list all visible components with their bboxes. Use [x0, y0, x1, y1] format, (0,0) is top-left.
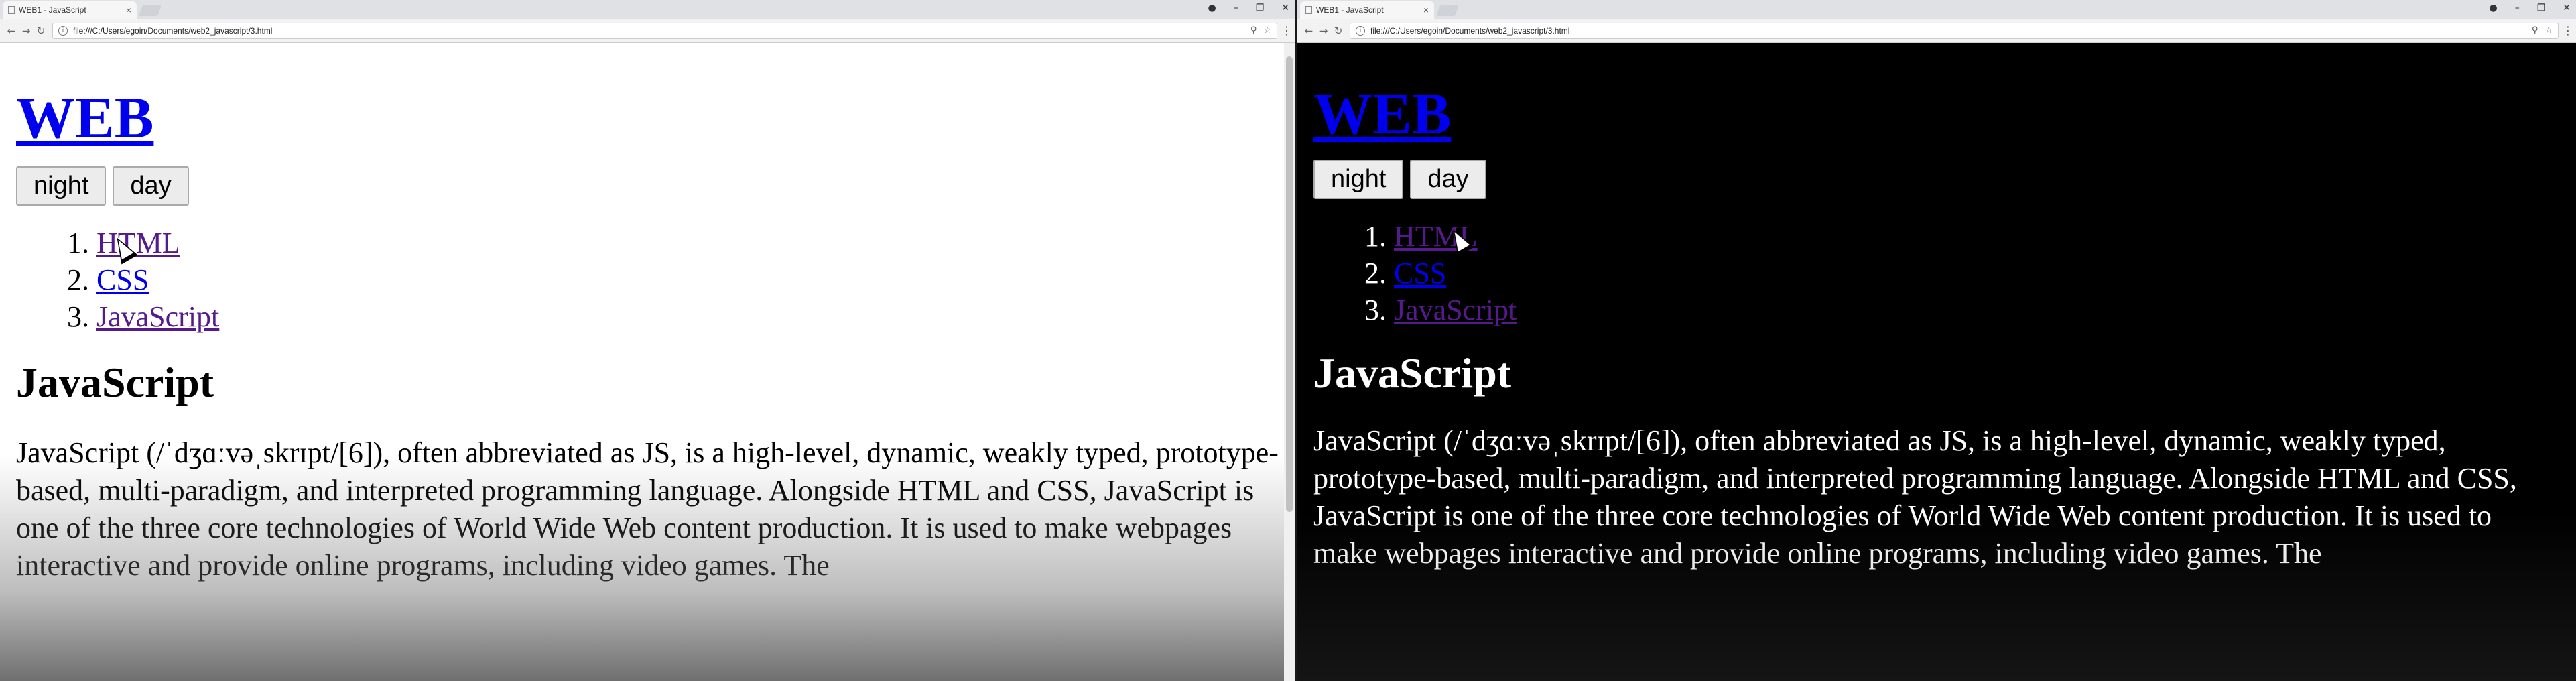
account-icon[interactable]: ●: [2489, 3, 2497, 13]
browser-tab[interactable]: WEB1 - JavaScript ×: [1300, 1, 1434, 19]
reload-icon[interactable]: ↻: [34, 25, 48, 37]
list-item: CSS: [1394, 255, 2560, 292]
night-button[interactable]: night: [16, 166, 107, 206]
link-css[interactable]: CSS: [96, 263, 149, 296]
theme-buttons: night day: [16, 166, 1279, 206]
zoom-icon[interactable]: ⚲: [1250, 25, 1257, 36]
file-icon: [8, 6, 15, 14]
restore-icon[interactable]: ❐: [1256, 3, 1265, 13]
info-icon[interactable]: i: [1356, 25, 1365, 36]
day-button[interactable]: day: [1410, 159, 1486, 199]
browser-window-left: WEB1 - JavaScript × ● – ❐ ✕ ← → ↻ i file…: [0, 0, 1295, 681]
new-tab-button[interactable]: [139, 5, 162, 16]
tab-close-icon[interactable]: ×: [1423, 5, 1429, 15]
page-content: WEB night day HTML CSS JavaScript JavaSc…: [1297, 43, 2576, 572]
topic-list: HTML CSS JavaScript: [16, 225, 1279, 335]
scrollbar-thumb[interactable]: [1286, 56, 1293, 512]
back-icon[interactable]: ←: [1301, 25, 1316, 37]
file-icon: [1305, 6, 1312, 14]
forward-icon[interactable]: →: [1316, 25, 1331, 37]
scrollbar[interactable]: [1284, 43, 1295, 681]
tab-close-icon[interactable]: ×: [126, 5, 131, 15]
minimize-icon[interactable]: –: [2515, 3, 2520, 13]
restore-icon[interactable]: ❐: [2537, 3, 2546, 13]
window-controls: ● – ❐ ✕: [2489, 3, 2571, 13]
back-icon[interactable]: ←: [4, 25, 19, 37]
bookmark-star-icon[interactable]: ☆: [2545, 25, 2553, 36]
site-title: WEB: [16, 43, 1279, 154]
list-item: HTML: [1394, 218, 2560, 255]
topic-list: HTML CSS JavaScript: [1313, 218, 2560, 328]
account-icon[interactable]: ●: [1208, 3, 1216, 13]
day-button[interactable]: day: [113, 166, 189, 206]
article-body: JavaScript (/ˈdʒɑːvəˌskrɪpt/[6]), often …: [1313, 424, 2517, 570]
new-tab-button[interactable]: [1436, 5, 1459, 16]
page-content: WEB night day HTML CSS JavaScript JavaSc…: [0, 43, 1295, 584]
browser-menu-icon[interactable]: ⋮: [1281, 24, 1292, 37]
list-item: JavaScript: [96, 298, 1279, 335]
link-javascript[interactable]: JavaScript: [1394, 294, 1517, 326]
link-css[interactable]: CSS: [1394, 257, 1446, 290]
list-item: CSS: [96, 261, 1279, 298]
link-javascript[interactable]: JavaScript: [96, 300, 219, 333]
address-bar[interactable]: i file:///C:/Users/egoin/Documents/web2_…: [52, 22, 1277, 39]
browser-window-right: WEB1 - JavaScript × ● – ❐ ✕ ← → ↻ i file…: [1297, 0, 2576, 681]
close-window-icon[interactable]: ✕: [2563, 3, 2571, 13]
reload-icon[interactable]: ↻: [1331, 25, 1346, 37]
url-text[interactable]: file:///C:/Users/egoin/Documents/web2_ja…: [73, 26, 1244, 36]
bookmark-star-icon[interactable]: ☆: [1263, 25, 1271, 36]
tab-title: WEB1 - JavaScript: [1316, 5, 1384, 15]
article-body: JavaScript (/ˈdʒɑːvəˌskrɪpt/[6]), often …: [16, 436, 1279, 582]
site-title: WEB: [1313, 43, 2560, 150]
tab-strip: WEB1 - JavaScript × ● – ❐ ✕: [1297, 0, 2576, 19]
window-controls: ● – ❐ ✕: [1208, 3, 1289, 13]
list-item: JavaScript: [1394, 292, 2560, 328]
zoom-icon[interactable]: ⚲: [2532, 25, 2538, 36]
browser-toolbar: ← → ↻ i file:///C:/Users/egoin/Documents…: [1297, 19, 2576, 43]
close-window-icon[interactable]: ✕: [1281, 3, 1289, 13]
tab-strip: WEB1 - JavaScript × ● – ❐ ✕: [0, 0, 1295, 19]
tab-title: WEB1 - JavaScript: [19, 5, 86, 15]
night-button[interactable]: night: [1313, 159, 1404, 199]
theme-buttons: night day: [1313, 159, 2560, 199]
browser-menu-icon[interactable]: ⋮: [2563, 24, 2573, 37]
url-text[interactable]: file:///C:/Users/egoin/Documents/web2_ja…: [1370, 26, 2525, 36]
list-item: HTML: [96, 225, 1279, 261]
minimize-icon[interactable]: –: [1234, 3, 1238, 13]
article-title: JavaScript: [1313, 349, 1512, 397]
site-title-link[interactable]: WEB: [16, 86, 153, 151]
article-title: JavaScript: [16, 358, 214, 406]
info-icon[interactable]: i: [58, 25, 68, 36]
browser-tab[interactable]: WEB1 - JavaScript ×: [3, 1, 137, 19]
browser-toolbar: ← → ↻ i file:///C:/Users/egoin/Documents…: [0, 19, 1295, 43]
site-title-link[interactable]: WEB: [1313, 82, 1451, 147]
address-bar[interactable]: i file:///C:/Users/egoin/Documents/web2_…: [1350, 22, 2559, 39]
forward-icon[interactable]: →: [19, 25, 34, 37]
